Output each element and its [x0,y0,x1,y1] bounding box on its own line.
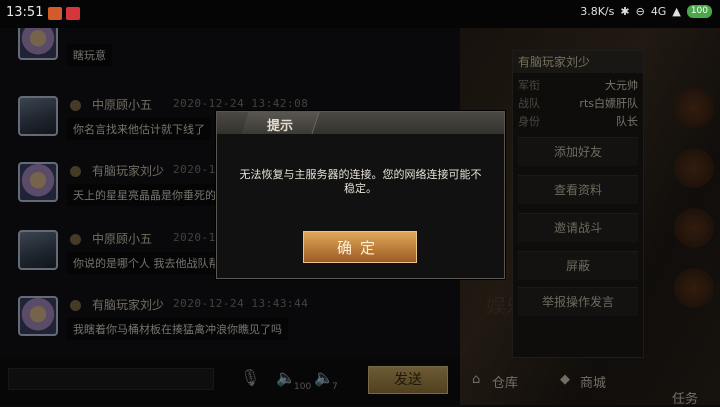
signal-label: 4G [650,5,667,18]
clock: 13:51 [6,5,44,20]
network-speed: 3.8K/s [580,5,615,18]
battery-icon: 100 [686,5,712,18]
alarm-icon: ⊖ [635,5,645,18]
dialog-title: 提示 [267,119,294,134]
notification-app-icon [48,7,62,20]
alert-dialog: 提示 无法恢复与主服务器的连接。您的网络连接可能不稳定。 确定 [216,111,505,279]
status-bar: 13:51 3.8K/s ✱ ⊖ 4G ▲ 100 [0,0,720,28]
bluetooth-icon: ✱ [620,5,630,18]
notification-message-icon [66,7,80,20]
dialog-message: 无法恢复与主服务器的连接。您的网络连接可能不稳定。 [239,168,482,195]
wifi-icon: ▲ [672,5,681,18]
confirm-button[interactable]: 确定 [303,231,417,263]
status-icons: 3.8K/s ✱ ⊖ 4G ▲ 100 [580,5,712,18]
